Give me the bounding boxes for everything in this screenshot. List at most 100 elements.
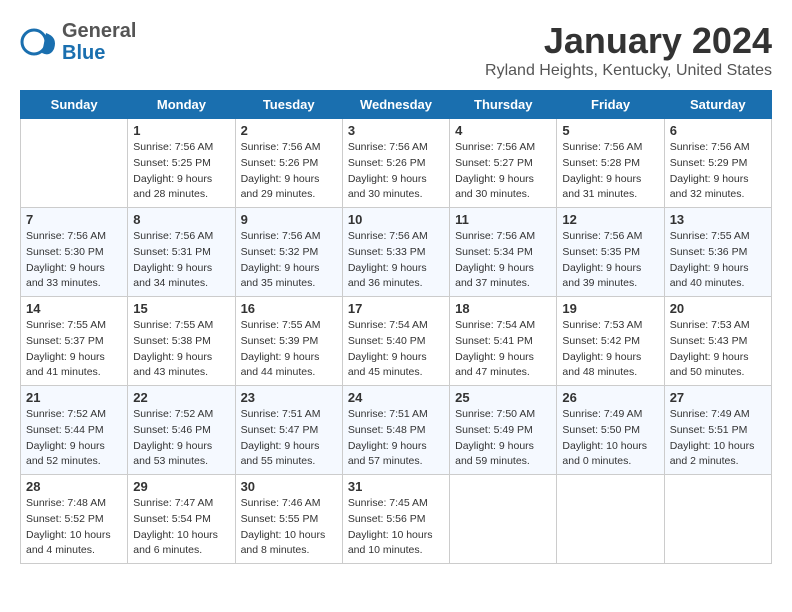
- day-number: 1: [133, 123, 229, 138]
- day-number: 18: [455, 301, 551, 316]
- day-cell: 2 Sunrise: 7:56 AMSunset: 5:26 PMDayligh…: [235, 119, 342, 208]
- day-cell: 8 Sunrise: 7:56 AMSunset: 5:31 PMDayligh…: [128, 208, 235, 297]
- day-info: Sunrise: 7:50 AMSunset: 5:49 PMDaylight:…: [455, 407, 551, 470]
- day-cell: 4 Sunrise: 7:56 AMSunset: 5:27 PMDayligh…: [450, 119, 557, 208]
- day-info: Sunrise: 7:53 AMSunset: 5:42 PMDaylight:…: [562, 318, 658, 381]
- day-header-monday: Monday: [128, 91, 235, 119]
- day-info: Sunrise: 7:49 AMSunset: 5:51 PMDaylight:…: [670, 407, 766, 470]
- day-cell: 16 Sunrise: 7:55 AMSunset: 5:39 PMDaylig…: [235, 297, 342, 386]
- day-info: Sunrise: 7:56 AMSunset: 5:26 PMDaylight:…: [241, 140, 337, 203]
- logo-text-general: General: [62, 20, 136, 42]
- day-cell: 9 Sunrise: 7:56 AMSunset: 5:32 PMDayligh…: [235, 208, 342, 297]
- week-row-5: 28 Sunrise: 7:48 AMSunset: 5:52 PMDaylig…: [21, 475, 772, 564]
- day-cell: 10 Sunrise: 7:56 AMSunset: 5:33 PMDaylig…: [342, 208, 449, 297]
- day-info: Sunrise: 7:52 AMSunset: 5:46 PMDaylight:…: [133, 407, 229, 470]
- title-block: January 2024 Ryland Heights, Kentucky, U…: [485, 20, 772, 80]
- day-cell: 31 Sunrise: 7:45 AMSunset: 5:56 PMDaylig…: [342, 475, 449, 564]
- day-header-wednesday: Wednesday: [342, 91, 449, 119]
- day-cell: 11 Sunrise: 7:56 AMSunset: 5:34 PMDaylig…: [450, 208, 557, 297]
- day-info: Sunrise: 7:55 AMSunset: 5:37 PMDaylight:…: [26, 318, 122, 381]
- day-cell: 13 Sunrise: 7:55 AMSunset: 5:36 PMDaylig…: [664, 208, 771, 297]
- day-number: 30: [241, 479, 337, 494]
- day-cell: 14 Sunrise: 7:55 AMSunset: 5:37 PMDaylig…: [21, 297, 128, 386]
- logo: General Blue: [20, 20, 136, 64]
- day-info: Sunrise: 7:47 AMSunset: 5:54 PMDaylight:…: [133, 496, 229, 559]
- day-info: Sunrise: 7:49 AMSunset: 5:50 PMDaylight:…: [562, 407, 658, 470]
- day-info: Sunrise: 7:56 AMSunset: 5:28 PMDaylight:…: [562, 140, 658, 203]
- day-number: 31: [348, 479, 444, 494]
- day-info: Sunrise: 7:56 AMSunset: 5:29 PMDaylight:…: [670, 140, 766, 203]
- day-cell: 25 Sunrise: 7:50 AMSunset: 5:49 PMDaylig…: [450, 386, 557, 475]
- day-cell: [450, 475, 557, 564]
- day-info: Sunrise: 7:56 AMSunset: 5:25 PMDaylight:…: [133, 140, 229, 203]
- day-cell: 26 Sunrise: 7:49 AMSunset: 5:50 PMDaylig…: [557, 386, 664, 475]
- day-number: 7: [26, 212, 122, 227]
- week-row-2: 7 Sunrise: 7:56 AMSunset: 5:30 PMDayligh…: [21, 208, 772, 297]
- day-cell: 20 Sunrise: 7:53 AMSunset: 5:43 PMDaylig…: [664, 297, 771, 386]
- day-header-thursday: Thursday: [450, 91, 557, 119]
- day-info: Sunrise: 7:54 AMSunset: 5:41 PMDaylight:…: [455, 318, 551, 381]
- day-number: 21: [26, 390, 122, 405]
- day-number: 14: [26, 301, 122, 316]
- day-info: Sunrise: 7:56 AMSunset: 5:35 PMDaylight:…: [562, 229, 658, 292]
- day-info: Sunrise: 7:56 AMSunset: 5:32 PMDaylight:…: [241, 229, 337, 292]
- day-number: 28: [26, 479, 122, 494]
- day-info: Sunrise: 7:48 AMSunset: 5:52 PMDaylight:…: [26, 496, 122, 559]
- location: Ryland Heights, Kentucky, United States: [485, 62, 772, 80]
- day-number: 2: [241, 123, 337, 138]
- day-header-sunday: Sunday: [21, 91, 128, 119]
- day-info: Sunrise: 7:56 AMSunset: 5:34 PMDaylight:…: [455, 229, 551, 292]
- day-cell: 29 Sunrise: 7:47 AMSunset: 5:54 PMDaylig…: [128, 475, 235, 564]
- day-cell: 6 Sunrise: 7:56 AMSunset: 5:29 PMDayligh…: [664, 119, 771, 208]
- day-number: 22: [133, 390, 229, 405]
- day-number: 27: [670, 390, 766, 405]
- day-number: 9: [241, 212, 337, 227]
- week-row-3: 14 Sunrise: 7:55 AMSunset: 5:37 PMDaylig…: [21, 297, 772, 386]
- day-info: Sunrise: 7:55 AMSunset: 5:39 PMDaylight:…: [241, 318, 337, 381]
- day-number: 29: [133, 479, 229, 494]
- day-info: Sunrise: 7:53 AMSunset: 5:43 PMDaylight:…: [670, 318, 766, 381]
- logo-text-blue: Blue: [62, 42, 136, 64]
- day-info: Sunrise: 7:56 AMSunset: 5:27 PMDaylight:…: [455, 140, 551, 203]
- day-number: 20: [670, 301, 766, 316]
- day-cell: 12 Sunrise: 7:56 AMSunset: 5:35 PMDaylig…: [557, 208, 664, 297]
- day-cell: 28 Sunrise: 7:48 AMSunset: 5:52 PMDaylig…: [21, 475, 128, 564]
- day-cell: 5 Sunrise: 7:56 AMSunset: 5:28 PMDayligh…: [557, 119, 664, 208]
- header-row: SundayMondayTuesdayWednesdayThursdayFrid…: [21, 91, 772, 119]
- day-info: Sunrise: 7:55 AMSunset: 5:36 PMDaylight:…: [670, 229, 766, 292]
- day-cell: 17 Sunrise: 7:54 AMSunset: 5:40 PMDaylig…: [342, 297, 449, 386]
- day-cell: 24 Sunrise: 7:51 AMSunset: 5:48 PMDaylig…: [342, 386, 449, 475]
- day-cell: 15 Sunrise: 7:55 AMSunset: 5:38 PMDaylig…: [128, 297, 235, 386]
- day-info: Sunrise: 7:51 AMSunset: 5:48 PMDaylight:…: [348, 407, 444, 470]
- day-number: 25: [455, 390, 551, 405]
- day-cell: 19 Sunrise: 7:53 AMSunset: 5:42 PMDaylig…: [557, 297, 664, 386]
- day-cell: [557, 475, 664, 564]
- day-header-tuesday: Tuesday: [235, 91, 342, 119]
- day-cell: 3 Sunrise: 7:56 AMSunset: 5:26 PMDayligh…: [342, 119, 449, 208]
- day-cell: 7 Sunrise: 7:56 AMSunset: 5:30 PMDayligh…: [21, 208, 128, 297]
- day-number: 12: [562, 212, 658, 227]
- day-number: 11: [455, 212, 551, 227]
- day-header-saturday: Saturday: [664, 91, 771, 119]
- day-info: Sunrise: 7:52 AMSunset: 5:44 PMDaylight:…: [26, 407, 122, 470]
- day-info: Sunrise: 7:45 AMSunset: 5:56 PMDaylight:…: [348, 496, 444, 559]
- day-info: Sunrise: 7:46 AMSunset: 5:55 PMDaylight:…: [241, 496, 337, 559]
- logo-icon: [20, 23, 58, 61]
- day-number: 16: [241, 301, 337, 316]
- day-cell: 22 Sunrise: 7:52 AMSunset: 5:46 PMDaylig…: [128, 386, 235, 475]
- day-info: Sunrise: 7:56 AMSunset: 5:33 PMDaylight:…: [348, 229, 444, 292]
- day-number: 8: [133, 212, 229, 227]
- day-number: 13: [670, 212, 766, 227]
- day-info: Sunrise: 7:56 AMSunset: 5:31 PMDaylight:…: [133, 229, 229, 292]
- day-info: Sunrise: 7:55 AMSunset: 5:38 PMDaylight:…: [133, 318, 229, 381]
- day-number: 15: [133, 301, 229, 316]
- day-number: 17: [348, 301, 444, 316]
- day-cell: [21, 119, 128, 208]
- calendar-table: SundayMondayTuesdayWednesdayThursdayFrid…: [20, 90, 772, 564]
- day-number: 6: [670, 123, 766, 138]
- day-cell: 18 Sunrise: 7:54 AMSunset: 5:41 PMDaylig…: [450, 297, 557, 386]
- day-cell: 27 Sunrise: 7:49 AMSunset: 5:51 PMDaylig…: [664, 386, 771, 475]
- day-cell: 30 Sunrise: 7:46 AMSunset: 5:55 PMDaylig…: [235, 475, 342, 564]
- day-number: 26: [562, 390, 658, 405]
- day-info: Sunrise: 7:51 AMSunset: 5:47 PMDaylight:…: [241, 407, 337, 470]
